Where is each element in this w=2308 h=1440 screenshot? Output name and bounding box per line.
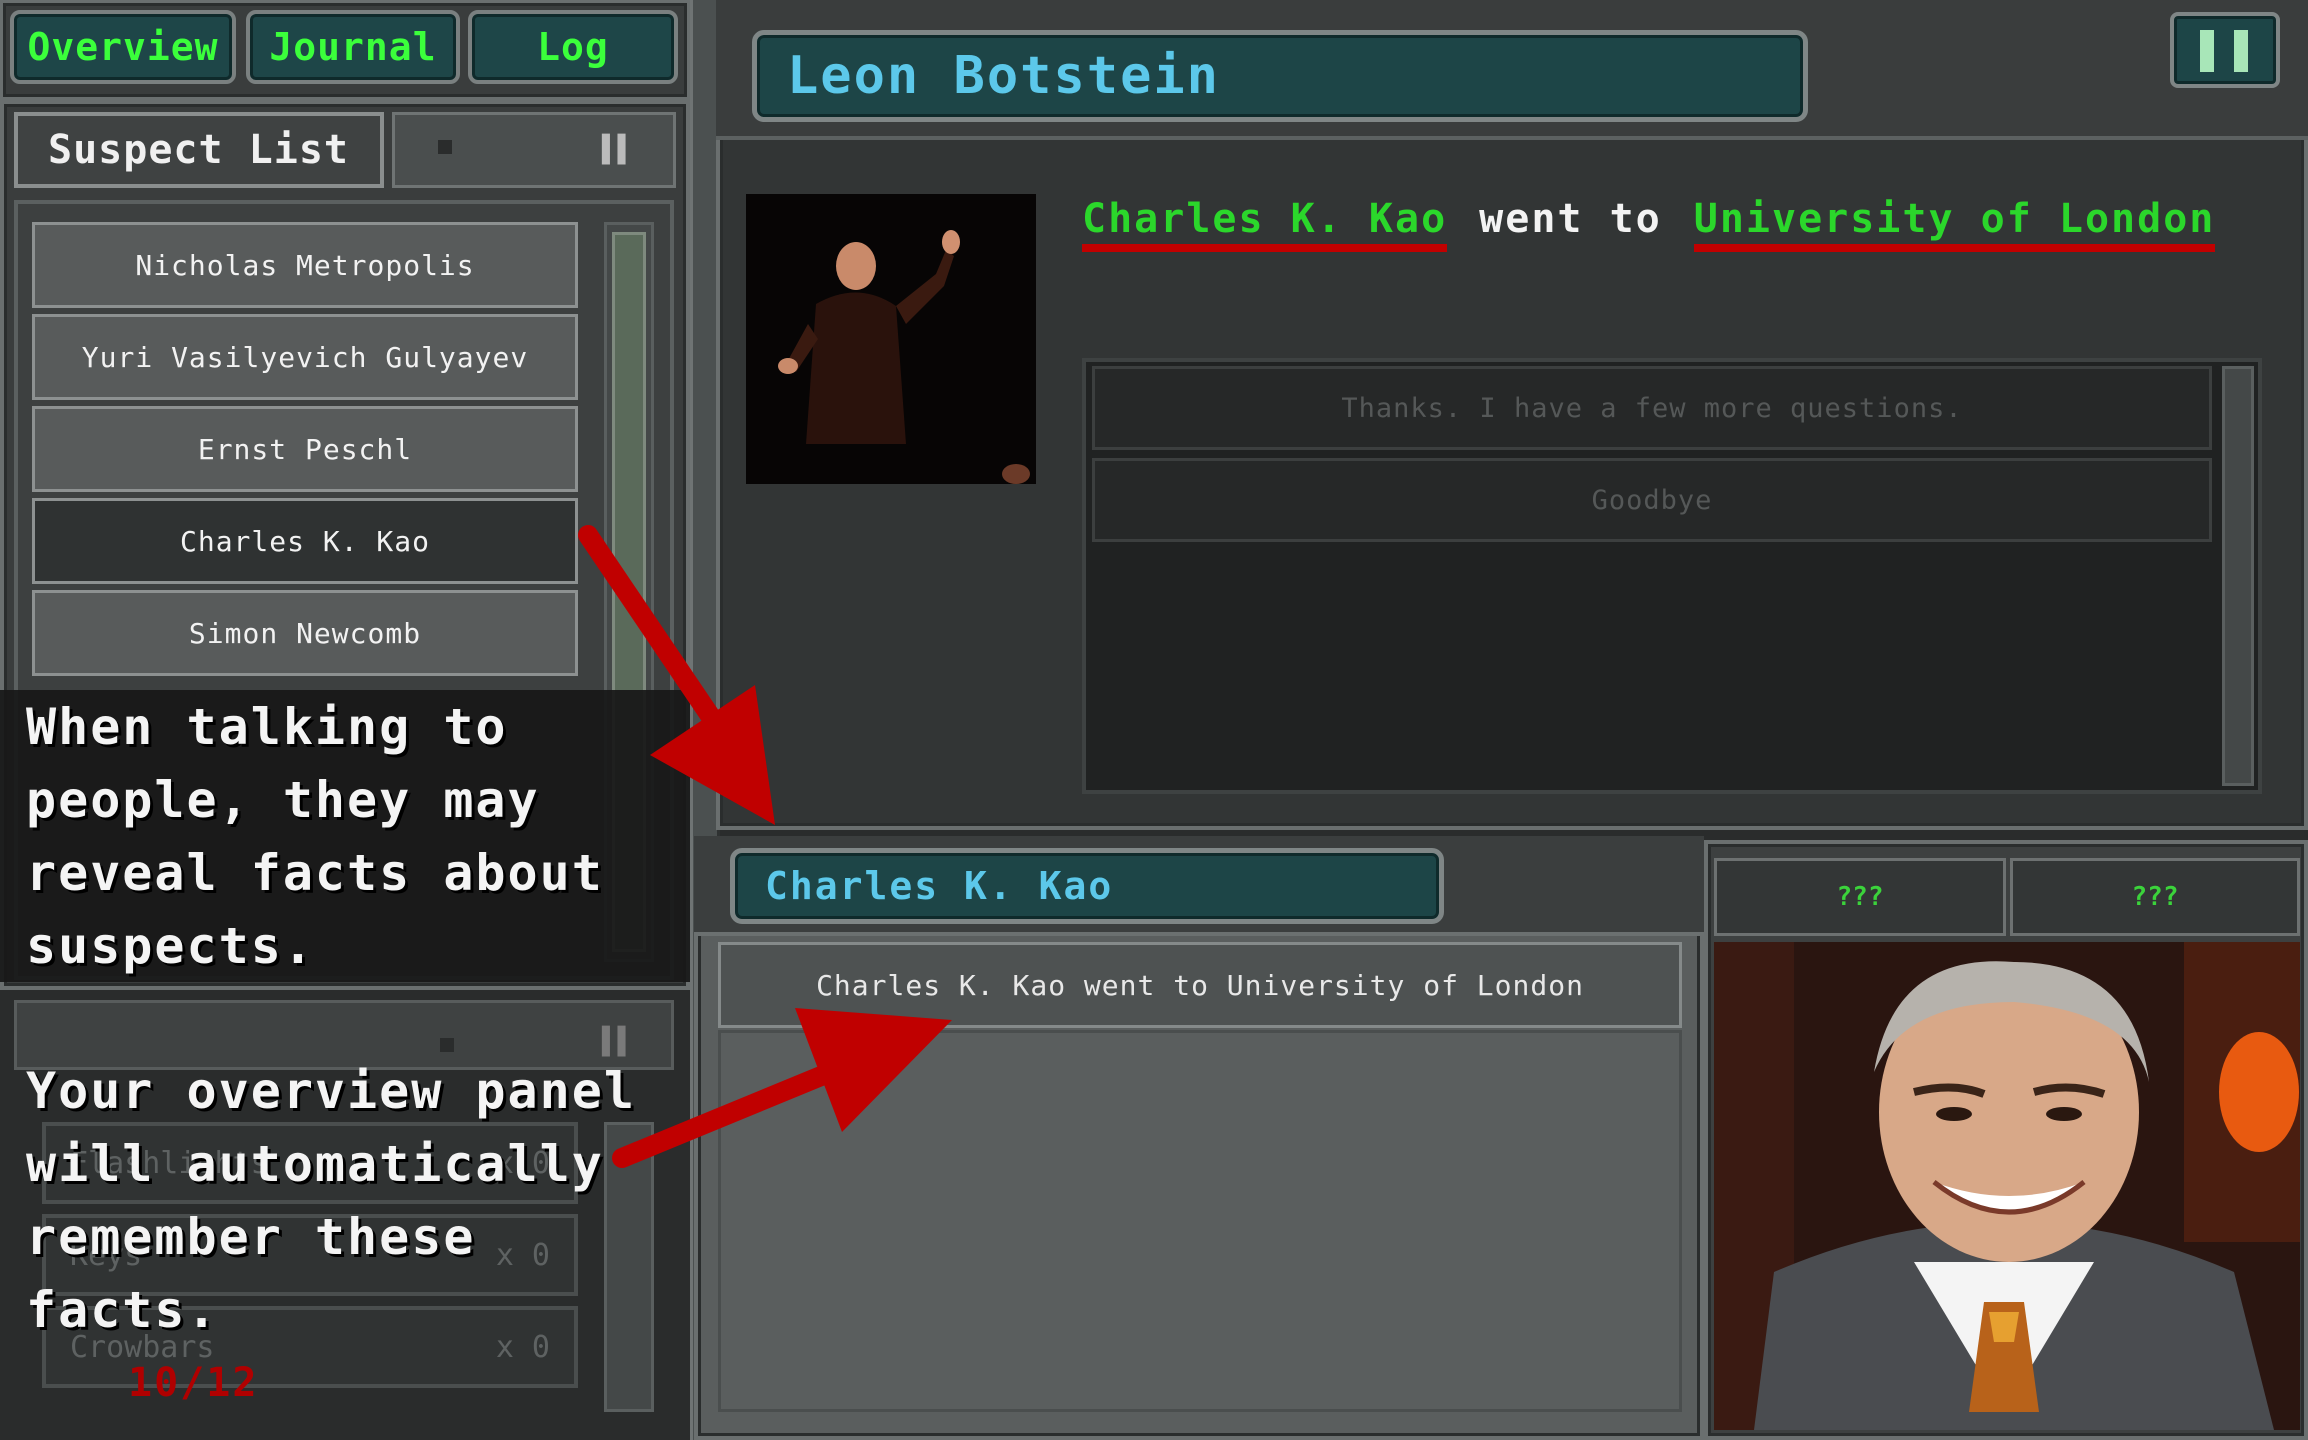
tutorial-arrows [578,525,952,1168]
arrow-to-overview-head [795,1008,952,1132]
